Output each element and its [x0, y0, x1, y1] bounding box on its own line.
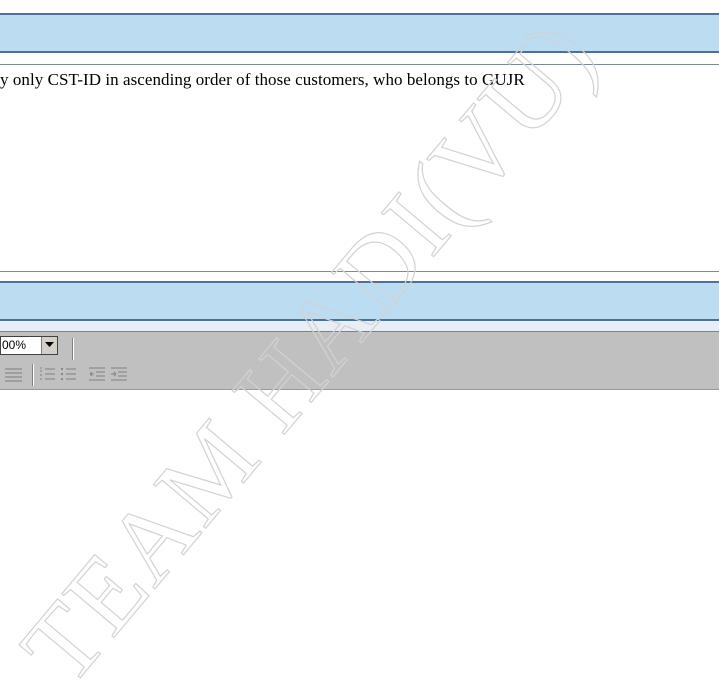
question-top-border: [0, 64, 719, 65]
toolbar-separator: [32, 364, 33, 386]
bulleted-list-icon[interactable]: [60, 365, 80, 385]
increase-indent-icon[interactable]: [110, 365, 130, 385]
toolbar-separator: [72, 338, 73, 360]
zoom-select[interactable]: 00%: [0, 336, 58, 355]
chevron-down-icon[interactable]: [41, 337, 57, 354]
zoom-value: 00%: [2, 338, 27, 352]
answer-header-bar: [0, 281, 719, 321]
editor-toolbar-row-2: [0, 361, 719, 390]
question-text: y only CST-ID in ascending order of thos…: [0, 70, 525, 89]
question-area: y only CST-ID in ascending order of thos…: [0, 70, 719, 270]
align-justify-icon[interactable]: [4, 365, 24, 385]
section-header-bar: [0, 13, 719, 53]
question-bottom-border: [0, 271, 719, 272]
editor-toolbar-row-1: 00%: [0, 331, 719, 362]
decrease-indent-icon[interactable]: [88, 365, 108, 385]
editor-top-strip: [0, 321, 719, 331]
numbered-list-icon[interactable]: [38, 365, 58, 385]
